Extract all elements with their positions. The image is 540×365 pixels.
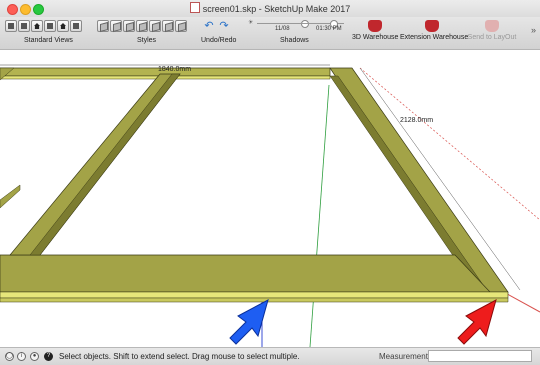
xray-style-icon[interactable]: [97, 20, 109, 32]
toolbar: Standard Views Styles ↶ ↷ Undo/Redo ☀ 11…: [0, 17, 540, 50]
standard-views-group: [5, 20, 82, 34]
date-slider-knob[interactable]: [300, 20, 309, 28]
redo-icon[interactable]: ↷: [218, 20, 230, 32]
layout-icon: [485, 20, 499, 32]
dim-label-right: 2128.0mm: [400, 117, 433, 124]
extension-warehouse-label: Extension Warehouse: [400, 34, 469, 41]
wireframe-style-icon[interactable]: [123, 20, 135, 32]
front-rail-bottom: [0, 297, 509, 303]
dim-label-top: 1840.0mm: [158, 66, 191, 73]
window-title: screen01.skp - SketchUp Make 2017: [202, 4, 351, 14]
front-rail: [0, 254, 491, 293]
extension-warehouse-button[interactable]: Extension Warehouse: [400, 20, 469, 48]
status-bar: ◯ i ● ? Select objects. Shift to extend …: [0, 347, 540, 365]
shaded-style-icon[interactable]: [149, 20, 161, 32]
model-canvas[interactable]: 1840.0mm 2128.0mm: [0, 50, 540, 347]
iso-view-icon[interactable]: [5, 20, 17, 32]
send-to-layout-label: Send to LayOut: [467, 34, 517, 41]
extension-warehouse-icon: [425, 20, 439, 32]
shadow-time: 01:30 PM: [316, 26, 342, 32]
shaded-textures-style-icon[interactable]: [162, 20, 174, 32]
geo-location-icon[interactable]: ◯: [5, 352, 14, 361]
undo-redo-label: Undo/Redo: [201, 37, 237, 44]
front-view-icon[interactable]: [31, 20, 43, 32]
send-to-layout-button[interactable]: Send to LayOut: [467, 20, 517, 48]
shadow-date: 11/08: [275, 26, 290, 32]
right-view-icon[interactable]: [44, 20, 56, 32]
3d-warehouse-label: 3D Warehouse: [352, 34, 399, 41]
monochrome-style-icon[interactable]: [175, 20, 187, 32]
left-stub: [0, 184, 21, 209]
info-icon[interactable]: i: [17, 352, 26, 361]
styles-group: [97, 20, 187, 34]
measurements-label: Measurements: [379, 352, 432, 361]
back-view-icon[interactable]: [57, 20, 69, 32]
shadows-sun-icon: ☀: [248, 20, 254, 26]
user-icon[interactable]: ●: [30, 352, 39, 361]
hidden-line-style-icon[interactable]: [136, 20, 148, 32]
standard-views-label: Standard Views: [24, 37, 73, 44]
select-tool-icon[interactable]: ?: [44, 352, 53, 361]
document-icon: [189, 2, 200, 13]
status-message: Select objects. Shift to extend select. …: [59, 352, 300, 361]
3d-viewport[interactable]: 1840.0mm 2128.0mm: [0, 50, 540, 347]
undo-icon[interactable]: ↶: [203, 20, 215, 32]
undo-redo-group: ↶ ↷: [203, 20, 230, 34]
green-axis: [309, 84, 330, 347]
warehouse-icon: [368, 20, 382, 32]
window-title-wrap: screen01.skp - SketchUp Make 2017: [0, 2, 540, 14]
title-bar: screen01.skp - SketchUp Make 2017: [0, 0, 540, 18]
front-rail-edge: [0, 291, 509, 299]
styles-label: Styles: [137, 37, 157, 44]
top-view-icon[interactable]: [18, 20, 30, 32]
red-annotation-arrow: [457, 299, 497, 345]
measurements-input[interactable]: [428, 350, 532, 362]
back-edges-style-icon[interactable]: [110, 20, 122, 32]
toolbar-overflow-icon[interactable]: »: [531, 25, 536, 35]
left-view-icon[interactable]: [70, 20, 82, 32]
center-brace-side: [29, 73, 181, 256]
shadows-label: Shadows: [280, 37, 309, 44]
3d-warehouse-button[interactable]: 3D Warehouse: [352, 20, 398, 48]
